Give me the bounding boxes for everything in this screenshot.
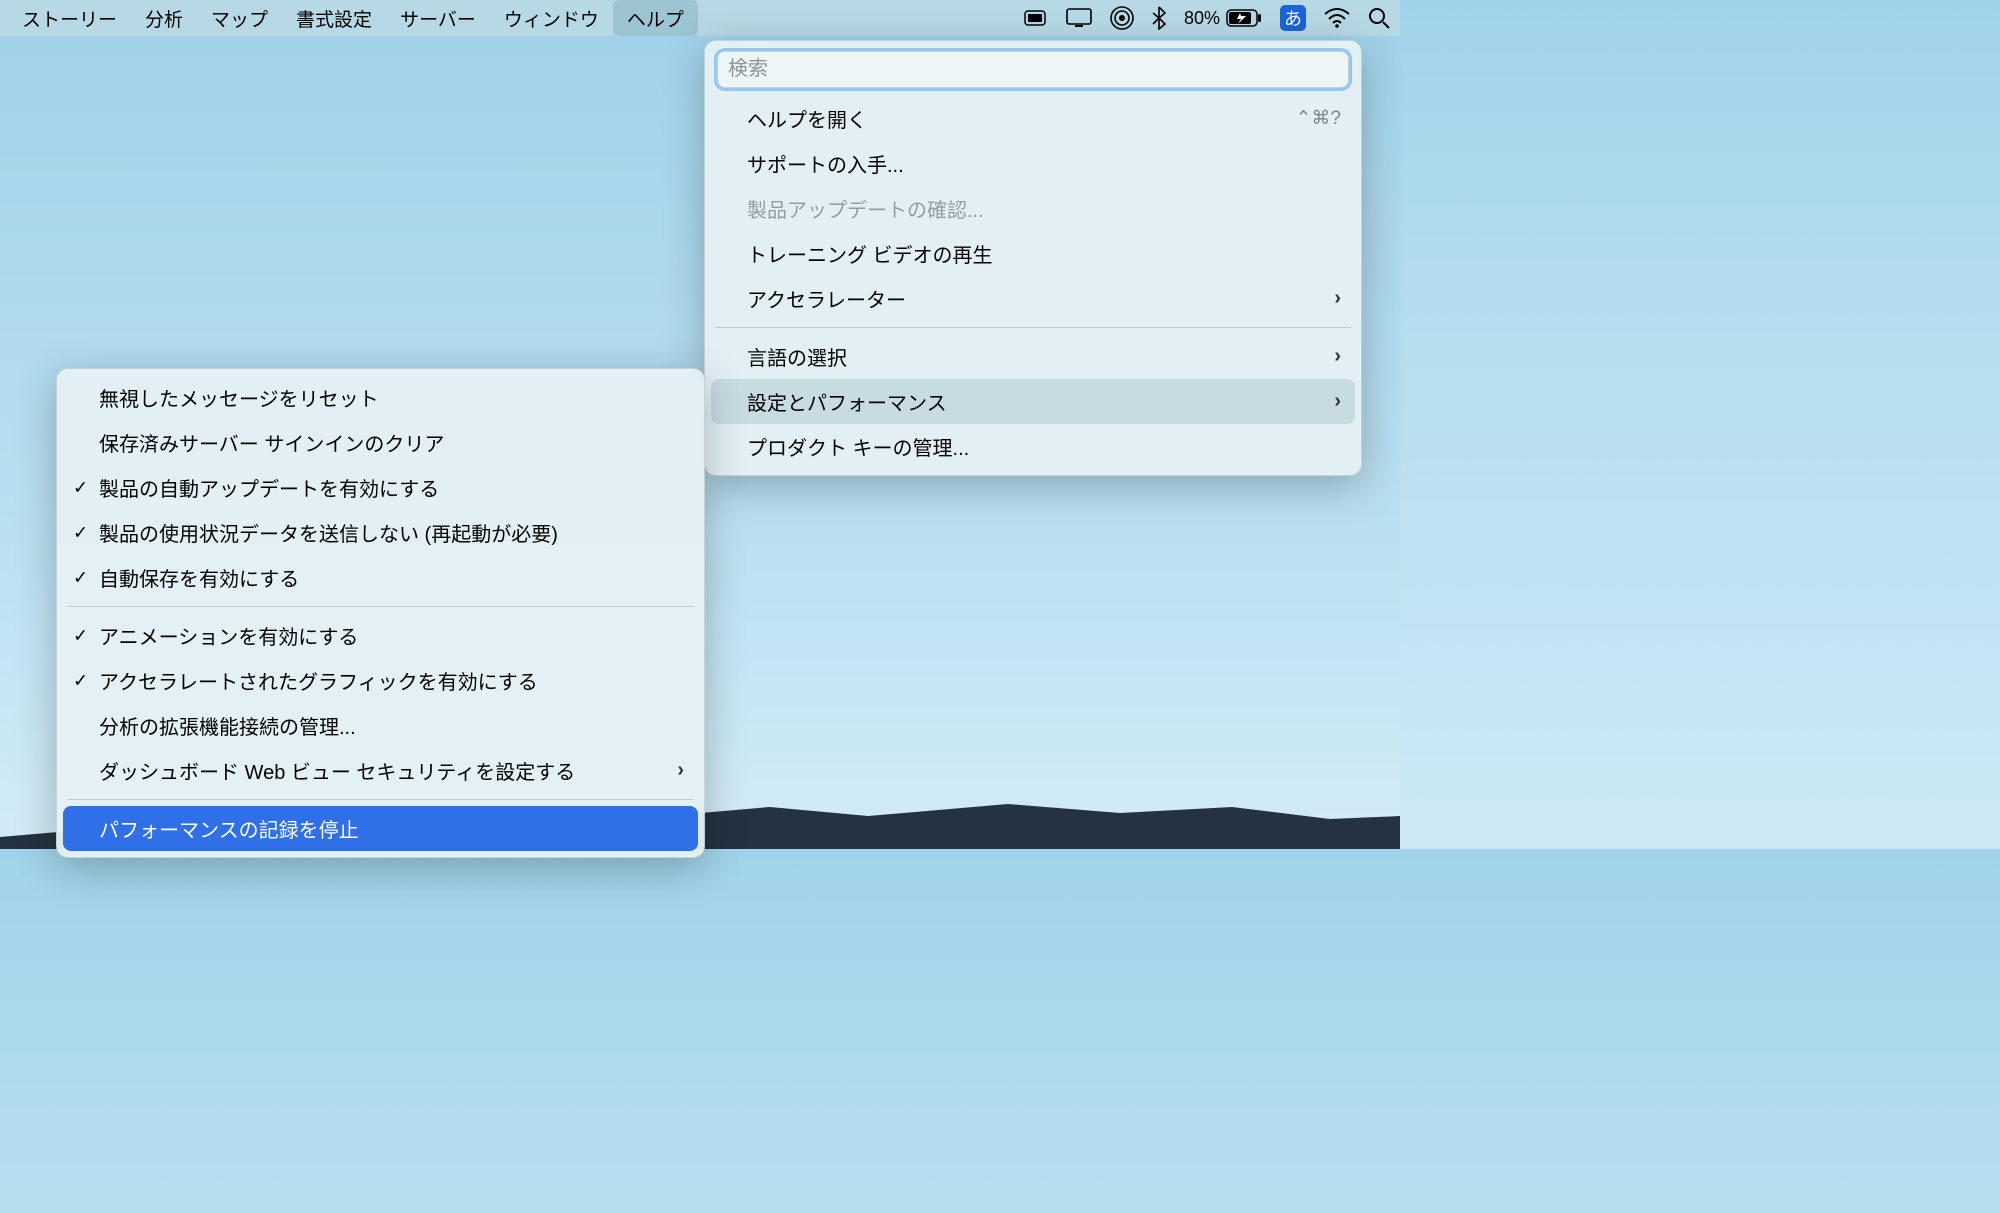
menu-item-label: プロダクト キーの管理... xyxy=(747,432,969,461)
menubar-app-menus: ストーリー 分析 マップ 書式設定 サーバー ウィンドウ ヘルプ xyxy=(0,0,698,36)
spotlight-icon[interactable] xyxy=(1368,0,1390,36)
menu-item-label: ダッシュボード Web ビュー セキュリティを設定する xyxy=(99,756,575,785)
menu-item-label: 製品の使用状況データを送信しない (再起動が必要) xyxy=(99,518,558,547)
ime-indicator[interactable]: あ xyxy=(1280,5,1306,31)
battery-icon xyxy=(1226,9,1262,27)
menu-settings-performance[interactable]: 設定とパフォーマンス › xyxy=(711,379,1355,424)
menu-clear-saved-signins[interactable]: 保存済みサーバー サインインのクリア xyxy=(63,420,698,465)
battery-percent-label: 80% xyxy=(1184,8,1220,29)
battery-status[interactable]: 80% xyxy=(1184,8,1262,29)
menu-dont-send-usage[interactable]: ✓ 製品の使用状況データを送信しない (再起動が必要) xyxy=(63,510,698,555)
menu-get-support[interactable]: サポートの入手... xyxy=(711,141,1355,186)
checkmark-icon: ✓ xyxy=(73,670,88,691)
menubar: ストーリー 分析 マップ 書式設定 サーバー ウィンドウ ヘルプ 80% あ xyxy=(0,0,1400,36)
chevron-right-icon: › xyxy=(1334,390,1341,413)
menu-item-label: 無視したメッセージをリセット xyxy=(99,383,379,412)
chevron-right-icon: › xyxy=(1334,287,1341,310)
menu-dashboard-webview-security[interactable]: ダッシュボード Web ビュー セキュリティを設定する › xyxy=(63,748,698,793)
help-search-input[interactable] xyxy=(717,51,1349,88)
menu-divider xyxy=(715,327,1351,328)
menu-item-label: アクセラレートされたグラフィックを有効にする xyxy=(99,666,538,695)
menu-item-label: 製品アップデートの確認... xyxy=(747,194,984,223)
settings-performance-submenu: 無視したメッセージをリセット 保存済みサーバー サインインのクリア ✓ 製品の自… xyxy=(56,368,705,858)
menu-map[interactable]: マップ xyxy=(197,0,282,36)
menu-enable-accelerated-graphics[interactable]: ✓ アクセラレートされたグラフィックを有効にする xyxy=(63,658,698,703)
menu-enable-autosave[interactable]: ✓ 自動保存を有効にする xyxy=(63,555,698,600)
chevron-right-icon: › xyxy=(1334,345,1341,368)
menu-item-label: サポートの入手... xyxy=(747,149,904,178)
menu-item-label: ヘルプを開く xyxy=(747,104,867,133)
checkmark-icon: ✓ xyxy=(73,567,88,588)
menu-accelerators[interactable]: アクセラレーター › xyxy=(711,276,1355,321)
wifi-icon[interactable] xyxy=(1324,0,1350,36)
menu-window[interactable]: ウィンドウ xyxy=(490,0,613,36)
menu-enable-auto-update[interactable]: ✓ 製品の自動アップデートを有効にする xyxy=(63,465,698,510)
menu-item-shortcut: ⌃⌘? xyxy=(1296,107,1342,130)
airdrop-icon[interactable] xyxy=(1110,0,1134,36)
menu-item-label: 保存済みサーバー サインインのクリア xyxy=(99,428,444,457)
menu-item-label: 分析の拡張機能接続の管理... xyxy=(99,711,356,740)
menu-item-label: アニメーションを有効にする xyxy=(99,621,358,650)
checkmark-icon: ✓ xyxy=(73,522,88,543)
menu-story[interactable]: ストーリー xyxy=(8,0,131,36)
menu-help[interactable]: ヘルプ xyxy=(613,0,698,36)
menu-item-label: アクセラレーター xyxy=(747,284,906,313)
menu-item-label: 言語の選択 xyxy=(747,342,847,371)
menu-item-label: 製品の自動アップデートを有効にする xyxy=(99,473,439,502)
menu-stop-performance-recording[interactable]: パフォーマンスの記録を停止 xyxy=(63,806,698,851)
menu-server[interactable]: サーバー xyxy=(386,0,490,36)
menu-analysis[interactable]: 分析 xyxy=(131,0,197,36)
menu-enable-animations[interactable]: ✓ アニメーションを有効にする xyxy=(63,613,698,658)
menu-divider xyxy=(67,606,694,607)
menu-check-updates: 製品アップデートの確認... xyxy=(711,186,1355,231)
menu-divider xyxy=(67,799,694,800)
chevron-right-icon: › xyxy=(677,759,684,782)
menubar-status: 80% あ xyxy=(1024,0,1400,36)
checkmark-icon: ✓ xyxy=(73,477,88,498)
menu-item-label: 設定とパフォーマンス xyxy=(747,387,947,416)
menu-reset-ignored-messages[interactable]: 無視したメッセージをリセット xyxy=(63,375,698,420)
help-search-row xyxy=(711,47,1355,96)
help-dropdown: ヘルプを開く ⌃⌘? サポートの入手... 製品アップデートの確認... トレー… xyxy=(704,40,1362,476)
menu-item-label: トレーニング ビデオの再生 xyxy=(747,239,993,268)
display-icon[interactable] xyxy=(1066,0,1092,36)
checkmark-icon: ✓ xyxy=(73,625,88,646)
menu-item-label: 自動保存を有効にする xyxy=(99,563,299,592)
menu-manage-product-keys[interactable]: プロダクト キーの管理... xyxy=(711,424,1355,469)
menu-format[interactable]: 書式設定 xyxy=(282,0,386,36)
menu-training-videos[interactable]: トレーニング ビデオの再生 xyxy=(711,231,1355,276)
menu-manage-analytics-extensions[interactable]: 分析の拡張機能接続の管理... xyxy=(63,703,698,748)
menu-open-help[interactable]: ヘルプを開く ⌃⌘? xyxy=(711,96,1355,141)
menu-choose-language[interactable]: 言語の選択 › xyxy=(711,334,1355,379)
bluetooth-icon[interactable] xyxy=(1152,0,1166,36)
menu-item-label: パフォーマンスの記録を停止 xyxy=(99,814,359,843)
battery-menu-icon[interactable] xyxy=(1024,0,1048,36)
